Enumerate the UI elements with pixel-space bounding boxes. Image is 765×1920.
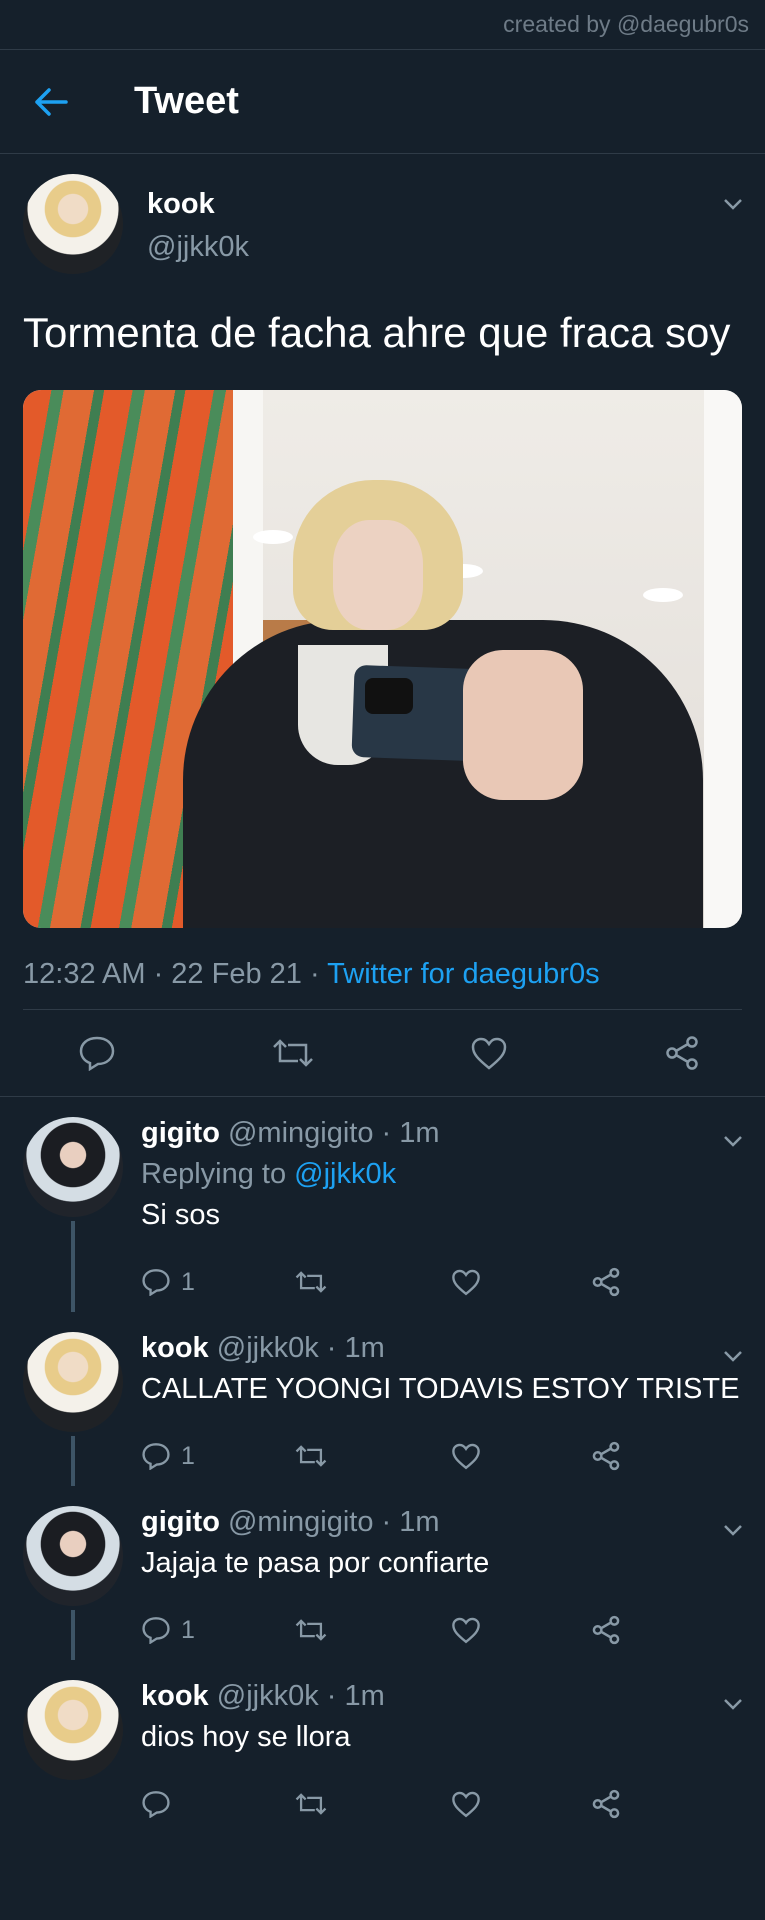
page-title: Tweet [134,80,239,122]
reply-text: CALLATE YOONGI TODAVIS ESTOY TRISTE [141,1373,740,1405]
avatar[interactable] [23,1117,123,1217]
tweet-photo[interactable] [23,390,742,928]
reply-author-name: gigito [141,1506,220,1538]
retweet-icon[interactable] [295,1443,451,1469]
avatar[interactable] [23,1332,123,1432]
reply-icon[interactable] [78,1035,116,1071]
top-bar: Tweet [0,50,765,154]
reply-author-name: gigito [141,1117,220,1149]
tweet-source-link[interactable]: Twitter for daegubr0s [327,958,599,990]
share-icon[interactable] [591,1789,621,1819]
author-name: kook [147,188,215,220]
reply-text: Jajaja te pasa por confiarte [141,1547,490,1579]
reply-meta: @mingigito · 1m [227,1117,440,1149]
reply-text: dios hoy se llora [141,1721,351,1753]
retweet-icon[interactable] [295,1791,451,1817]
share-icon[interactable] [591,1615,621,1645]
thread-line [71,1221,75,1312]
tweet-text: Tormenta de facha ahre que fraca soy [23,309,731,356]
main-tweet: kook @jjkk0k Tormenta de facha ahre que … [0,154,765,1096]
author-handle: @jjkk0k [147,231,249,263]
reply-count: 1 [181,1615,195,1644]
reply-button[interactable] [141,1790,295,1818]
reply-author-name: kook [141,1680,209,1712]
share-icon[interactable] [664,1035,700,1071]
tweet-author[interactable]: kook @jjkk0k [23,174,742,274]
reply-item[interactable]: gigito @mingigito · 1m Jajaja te pasa po… [0,1486,765,1660]
reply-text: Si sos [141,1199,220,1231]
tweet-timestamp: 12:32 AM · 22 Feb 21 · [23,958,328,990]
reply-item[interactable]: kook @jjkk0k · 1m dios hoy se llora [0,1660,765,1834]
share-icon[interactable] [591,1267,621,1297]
retweet-icon[interactable] [295,1269,451,1295]
tweet-meta: 12:32 AM · 22 Feb 21 · Twitter for daegu… [23,958,742,1010]
like-icon[interactable] [451,1268,591,1296]
like-icon[interactable] [451,1442,591,1470]
reply-button[interactable]: 1 [141,1268,295,1297]
avatar[interactable] [23,1680,123,1780]
reply-meta: @mingigito · 1m [227,1506,440,1538]
reply-actions: 1 [141,1426,742,1486]
replying-label: Replying to [141,1158,295,1190]
retweet-icon[interactable] [295,1617,451,1643]
tweet-actions [23,1010,742,1096]
reply-actions: 1 [141,1252,742,1312]
thread-line [71,1610,75,1660]
retweet-icon[interactable] [272,1037,314,1069]
reply-actions [141,1774,742,1834]
replying-to-link[interactable]: @jjkk0k [294,1158,396,1190]
reply-meta: @jjkk0k · 1m [216,1332,385,1364]
chevron-down-icon[interactable] [721,1129,745,1153]
chevron-down-icon[interactable] [721,1344,745,1368]
reply-count: 1 [181,1267,195,1296]
chevron-down-icon[interactable] [721,1518,745,1542]
chevron-down-icon[interactable] [721,192,745,216]
reply-button[interactable]: 1 [141,1616,295,1645]
reply-item[interactable]: gigito @mingigito · 1m Replying to @jjkk… [0,1097,765,1312]
avatar[interactable] [23,1506,123,1606]
chevron-down-icon[interactable] [721,1692,745,1716]
like-icon[interactable] [451,1790,591,1818]
like-icon[interactable] [470,1036,508,1070]
credit-text: created by @daegubr0s [0,0,765,50]
reply-meta: @jjkk0k · 1m [216,1680,385,1712]
back-arrow-icon[interactable] [34,84,70,120]
reply-item[interactable]: kook @jjkk0k · 1m CALLATE YOONGI TODAVIS… [0,1312,765,1486]
reply-count: 1 [181,1441,195,1470]
thread-line [71,1436,75,1486]
reply-author-name: kook [141,1332,209,1364]
reply-button[interactable]: 1 [141,1442,295,1471]
avatar[interactable] [23,174,123,274]
share-icon[interactable] [591,1441,621,1471]
like-icon[interactable] [451,1616,591,1644]
reply-actions: 1 [141,1600,742,1660]
